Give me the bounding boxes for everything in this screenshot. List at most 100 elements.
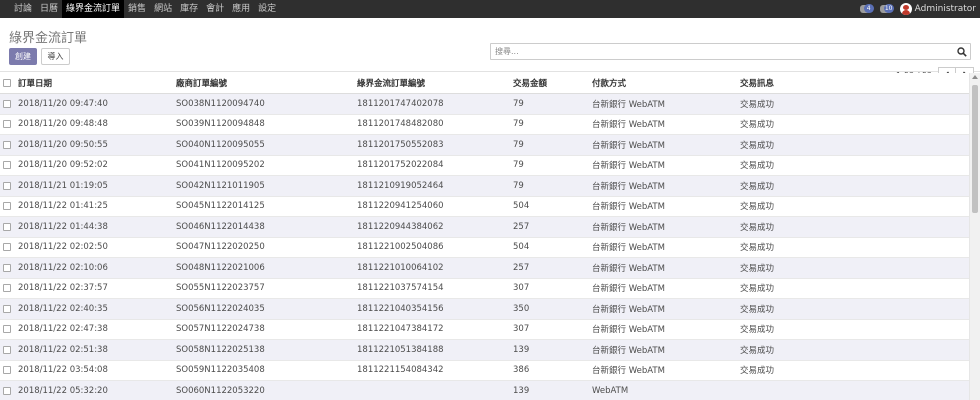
- column-header-amount[interactable]: 交易金額: [513, 73, 547, 93]
- menu-item[interactable]: 綠界金流訂單: [62, 0, 125, 18]
- row-checkbox[interactable]: [3, 345, 11, 354]
- row-checkbox[interactable]: [3, 284, 11, 293]
- cell-order-date: 2018/11/22 01:44:38: [18, 221, 108, 232]
- row-checkbox[interactable]: [3, 366, 11, 375]
- column-header-merchant-order-no[interactable]: 廠商訂單編號: [176, 73, 227, 93]
- table-row[interactable]: 2018/11/20 09:47:40 SO038N1120094740 18112…: [0, 94, 969, 115]
- row-select-cell: [2, 320, 12, 340]
- row-checkbox[interactable]: [3, 181, 11, 190]
- row-checkbox[interactable]: [3, 120, 11, 129]
- cell-amount: 79: [513, 160, 524, 171]
- cell-merchant-order-no: SO040N1120095055: [176, 139, 265, 150]
- cell-ecpay-order-no: 1811221010064102: [357, 262, 444, 273]
- row-checkbox[interactable]: [3, 222, 11, 231]
- cell-trade-message: 交易成功: [740, 325, 775, 336]
- menu-item[interactable]: 設定: [254, 0, 280, 18]
- cell-amount: 79: [513, 98, 524, 109]
- menu-item[interactable]: 日曆: [36, 0, 62, 18]
- row-checkbox[interactable]: [3, 243, 11, 252]
- cell-payment-method: 台新銀行 WebATM: [592, 263, 665, 274]
- row-checkbox[interactable]: [3, 202, 11, 211]
- row-checkbox[interactable]: [3, 161, 11, 170]
- table-row[interactable]: 2018/11/22 01:41:25 SO045N1122014125 18112…: [0, 196, 969, 217]
- menu-item[interactable]: 會計: [202, 0, 228, 18]
- row-checkbox[interactable]: [3, 325, 11, 334]
- scroll-thumb[interactable]: [972, 85, 978, 213]
- table-row[interactable]: 2018/11/22 01:44:38 SO046N1122014438 18112…: [0, 217, 969, 238]
- select-all-cell: [2, 73, 12, 93]
- cell-ecpay-order-no: 1811220944384062: [357, 221, 444, 232]
- cell-payment-method: 台新銀行 WebATM: [592, 304, 665, 315]
- column-header-order-date[interactable]: 訂單日期: [18, 73, 52, 93]
- table-row[interactable]: 2018/11/22 03:54:08 SO059N1122035408 18112…: [0, 360, 969, 381]
- cell-order-date: 2018/11/20 09:47:40: [18, 98, 108, 109]
- row-checkbox[interactable]: [3, 263, 11, 272]
- row-select-cell: [2, 217, 12, 237]
- cell-amount: 79: [513, 139, 524, 150]
- cell-merchant-order-no: SO048N1122021006: [176, 262, 265, 273]
- table-row[interactable]: 2018/11/22 02:10:06 SO048N1122021006 18112…: [0, 258, 969, 279]
- cell-payment-method: WebATM: [592, 385, 629, 396]
- cell-amount: 307: [513, 324, 530, 335]
- activity-icon[interactable]: 10: [879, 3, 894, 15]
- search-icon[interactable]: [957, 47, 967, 57]
- table-row[interactable]: 2018/11/22 02:37:57 SO055N1122023757 18112…: [0, 278, 969, 299]
- table-row[interactable]: 2018/11/22 02:02:50 SO047N1122020250 18112…: [0, 237, 969, 258]
- import-button[interactable]: 導入: [41, 48, 70, 65]
- menu-item[interactable]: 庫存: [176, 0, 202, 18]
- table-row[interactable]: 2018/11/21 01:19:05 SO042N1121011905 18112…: [0, 176, 969, 197]
- cell-merchant-order-no: SO056N1122024035: [176, 303, 265, 314]
- create-button[interactable]: 創建: [9, 48, 37, 65]
- user-menu[interactable]: Administrator: [899, 3, 976, 15]
- cell-order-date: 2018/11/20 09:48:48: [18, 119, 108, 130]
- cell-merchant-order-no: SO059N1122035408: [176, 365, 265, 376]
- cell-order-date: 2018/11/22 02:47:38: [18, 324, 108, 335]
- cell-trade-message: 交易成功: [740, 202, 775, 213]
- table-row[interactable]: 2018/11/20 09:48:48 SO039N1120094848 18112…: [0, 114, 969, 135]
- table-row[interactable]: 2018/11/22 02:47:38 SO057N1122024738 18112…: [0, 319, 969, 340]
- cell-merchant-order-no: SO039N1120094848: [176, 119, 265, 130]
- vertical-scrollbar[interactable]: [969, 73, 980, 400]
- cell-amount: 79: [513, 180, 524, 191]
- row-select-cell: [2, 361, 12, 381]
- select-all-checkbox[interactable]: [3, 79, 11, 87]
- table-row[interactable]: 2018/11/22 02:40:35 SO056N1122024035 18112…: [0, 299, 969, 320]
- row-checkbox[interactable]: [3, 99, 11, 108]
- row-select-cell: [2, 197, 12, 217]
- cell-trade-message: 交易成功: [740, 120, 775, 131]
- menu-item[interactable]: 網站: [150, 0, 176, 18]
- cell-payment-method: 台新銀行 WebATM: [592, 161, 665, 172]
- row-checkbox[interactable]: [3, 140, 11, 149]
- cell-amount: 79: [513, 119, 524, 130]
- cell-amount: 350: [513, 303, 530, 314]
- column-header-trade-message[interactable]: 交易訊息: [740, 73, 774, 93]
- table-row[interactable]: 2018/11/22 05:32:20 SO060N1122053220 139 We…: [0, 381, 969, 400]
- cell-merchant-order-no: SO042N1121011905: [176, 180, 265, 191]
- search-input[interactable]: [491, 44, 951, 59]
- chat-icon[interactable]: 4: [859, 3, 874, 15]
- column-header-ecpay-order-no[interactable]: 綠界金流訂單編號: [357, 73, 425, 93]
- row-checkbox[interactable]: [3, 304, 11, 313]
- cell-payment-method: 台新銀行 WebATM: [592, 140, 665, 151]
- cell-amount: 257: [513, 221, 530, 232]
- menu-item[interactable]: 應用: [228, 0, 254, 18]
- cell-trade-message: 交易成功: [740, 366, 775, 377]
- cell-ecpay-order-no: 1811221047384172: [357, 324, 444, 335]
- row-checkbox[interactable]: [3, 386, 11, 395]
- cell-order-date: 2018/11/22 02:51:38: [18, 344, 108, 355]
- table-row[interactable]: 2018/11/22 02:51:38 SO058N1122025138 18112…: [0, 340, 969, 361]
- cell-amount: 139: [513, 385, 530, 396]
- table-row[interactable]: 2018/11/20 09:52:02 SO041N1120095202 18112…: [0, 155, 969, 176]
- cell-amount: 386: [513, 365, 530, 376]
- cell-order-date: 2018/11/22 05:32:20: [18, 385, 108, 396]
- column-header-payment-method[interactable]: 付款方式: [592, 73, 626, 93]
- activity-badge: 10: [883, 4, 894, 13]
- table-row[interactable]: 2018/11/20 09:50:55 SO040N1120095055 18112…: [0, 135, 969, 156]
- top-navbar: 討論 日曆 綠界金流訂單 銷售 網站 庫存 會計 應用 設定 4 10 Administrato…: [0, 0, 980, 18]
- menu-item[interactable]: 討論: [10, 0, 36, 18]
- scroll-up-arrow-icon[interactable]: [972, 75, 978, 79]
- cell-ecpay-order-no: 1811220941254060: [357, 201, 444, 212]
- chat-badge: 4: [863, 4, 874, 13]
- cell-amount: 504: [513, 242, 530, 253]
- menu-item[interactable]: 銷售: [124, 0, 150, 18]
